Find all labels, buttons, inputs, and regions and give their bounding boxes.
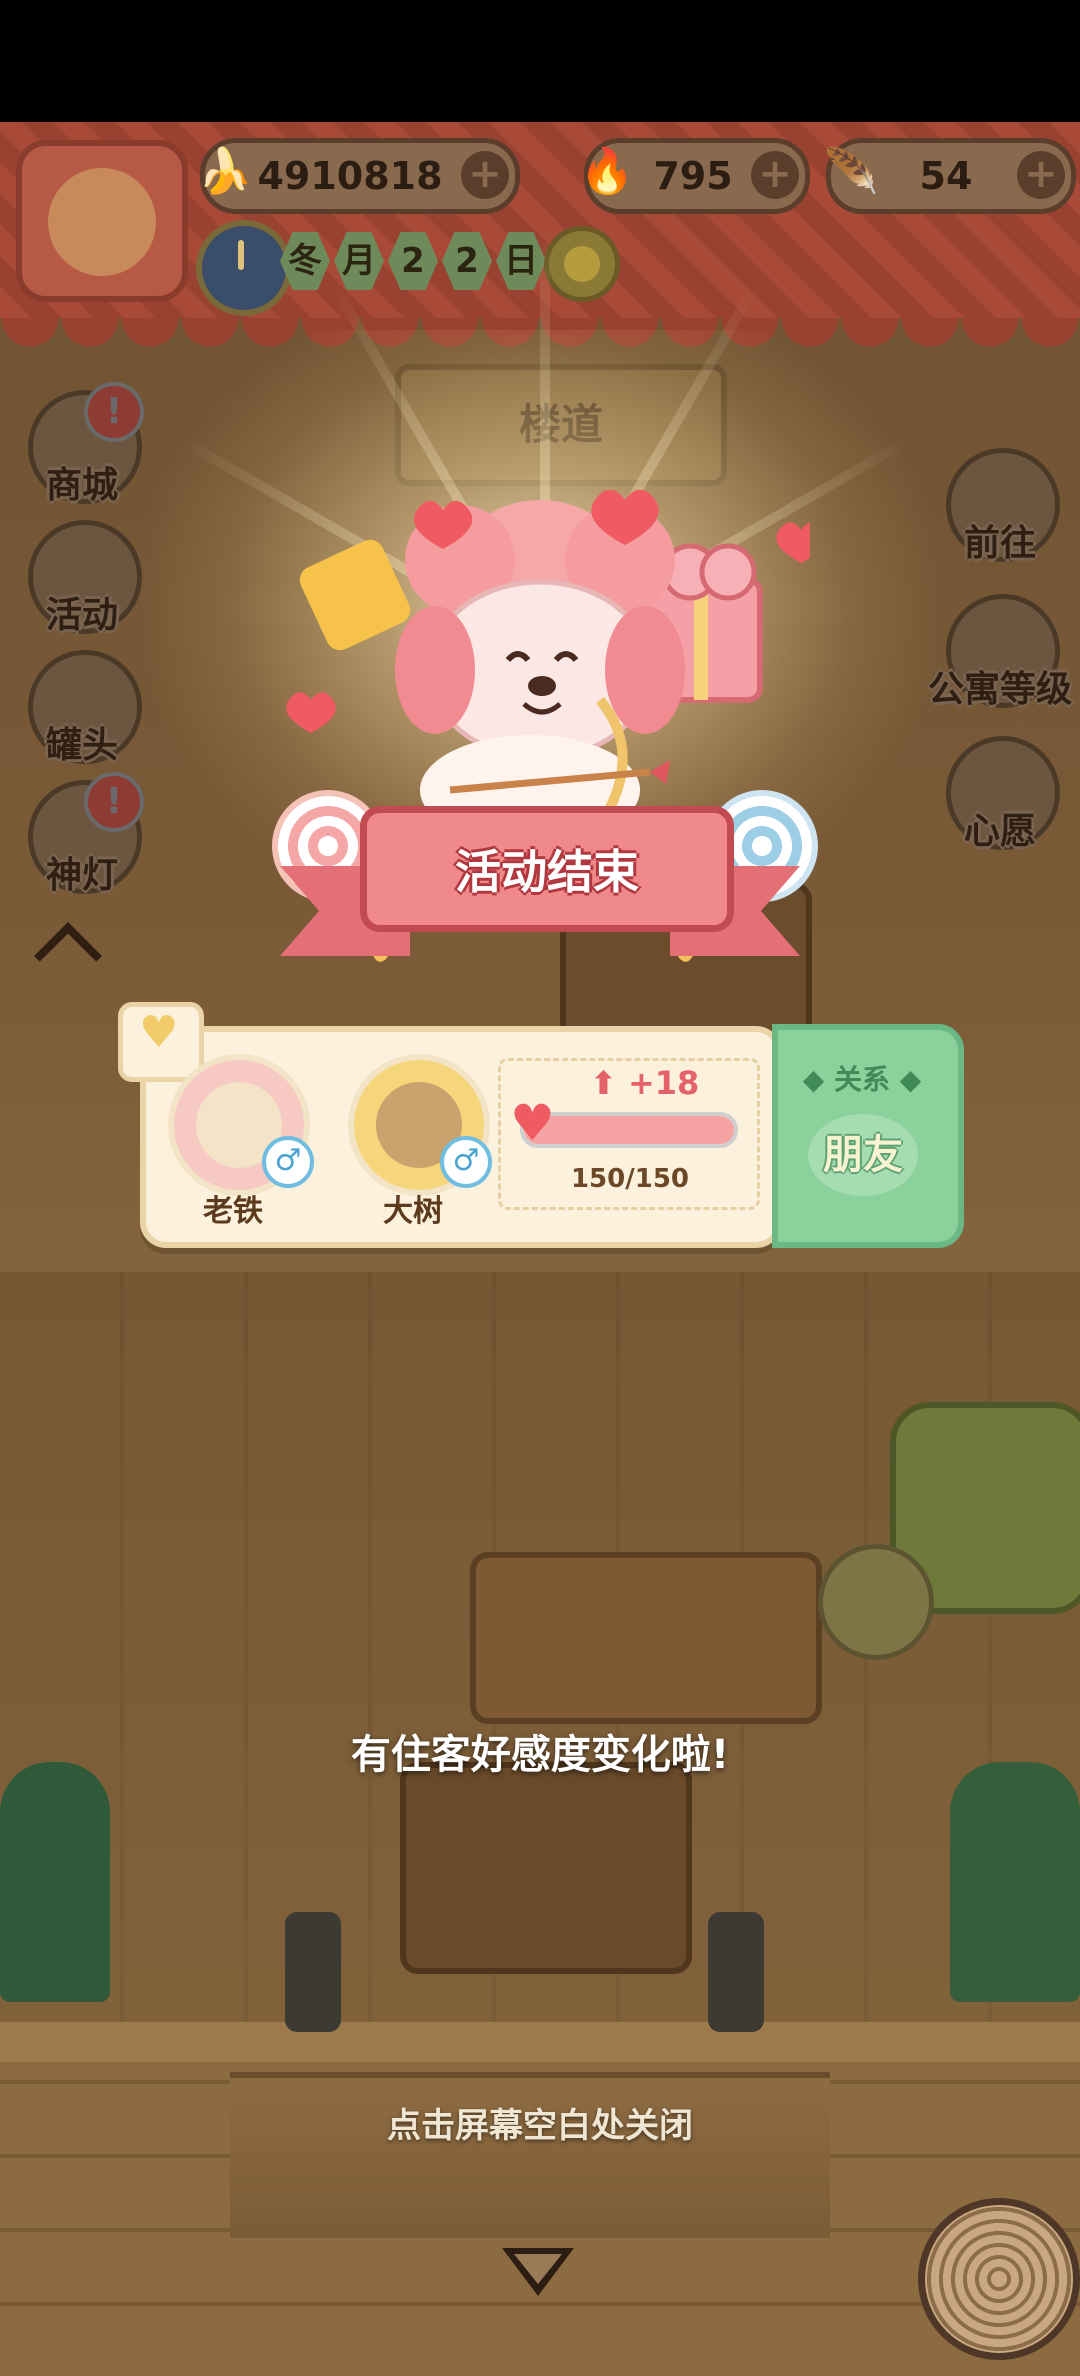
weather-sun-icon[interactable] xyxy=(544,226,620,302)
avatar-portrait xyxy=(48,168,156,276)
lamp-left xyxy=(285,1912,341,2032)
affection-change-message: 有住客好感度变化啦! xyxy=(350,1732,730,1778)
alert-badge: ! xyxy=(84,772,144,832)
up-arrow-icon: ⬆ xyxy=(590,1064,617,1102)
menu-label: 活动 xyxy=(45,595,118,636)
relationship-title-text: 关系 xyxy=(833,1063,890,1096)
affection-bar-fill xyxy=(524,1116,734,1144)
affection-value: 150/150 xyxy=(570,1164,690,1194)
menu-label: 神灯 xyxy=(45,855,118,896)
plant-right xyxy=(950,1762,1080,2002)
relationship-value: 朋友 xyxy=(808,1114,918,1196)
blue-flame-value: 795 xyxy=(653,154,733,198)
guest-name-a: 老铁 xyxy=(203,1194,263,1229)
menu-activity[interactable]: 活动 xyxy=(22,520,142,638)
menu-wish[interactable]: 心愿 xyxy=(940,736,1060,854)
menu-magic-lamp[interactable]: ! 神灯 xyxy=(22,772,144,898)
blue-flame-icon: 🔥 xyxy=(579,146,635,197)
male-icon: ♂ xyxy=(262,1136,314,1188)
menu-label: 前往 xyxy=(963,523,1036,564)
menu-label: 商城 xyxy=(45,465,118,506)
menu-cans[interactable]: 罐头 xyxy=(22,650,142,768)
chevron-down-icon[interactable] xyxy=(502,2248,574,2296)
plant-left xyxy=(0,1762,110,2002)
yarn-ball-button[interactable] xyxy=(918,2198,1080,2360)
event-ended-ribbon: 活动结束 xyxy=(280,806,800,956)
menu-label: 罐头 xyxy=(45,725,118,766)
affection-delta-value: +18 xyxy=(627,1064,700,1102)
affection-delta: ⬆ +18 xyxy=(590,1064,710,1102)
speaker-bubble[interactable] xyxy=(818,1544,934,1660)
feather-value: 54 xyxy=(919,154,973,198)
tap-to-close-hint[interactable]: 点击屏幕空白处关闭 xyxy=(0,2098,1080,2147)
event-banner-title: 活动结束 xyxy=(360,806,734,932)
feather-icon: 🪶 xyxy=(823,146,879,197)
guest-name-b: 大树 xyxy=(383,1194,443,1229)
clock-icon xyxy=(196,220,292,316)
player-avatar[interactable] xyxy=(16,140,188,302)
menu-go-to[interactable]: 前往 xyxy=(940,448,1060,566)
heart-icon: ♥ xyxy=(510,1094,555,1152)
menu-shop[interactable]: ! 商城 xyxy=(22,382,144,508)
bookcase-lower xyxy=(400,1762,692,1974)
heart-tab-icon xyxy=(118,1002,204,1082)
banana-icon: 🍌 xyxy=(197,146,253,197)
bananas-add-button[interactable]: + xyxy=(461,151,509,199)
menu-label: 心愿 xyxy=(963,811,1036,852)
relationship-title: ◆ 关系 ◆ xyxy=(802,1063,922,1096)
stage xyxy=(230,2072,830,2238)
lamp-right xyxy=(708,1912,764,2032)
menu-apartment-level[interactable]: 公寓等级 xyxy=(928,594,1072,712)
bananas-value: 4910818 xyxy=(257,154,443,198)
feather-add-button[interactable]: + xyxy=(1017,151,1065,199)
male-icon: ♂ xyxy=(440,1136,492,1188)
table xyxy=(470,1552,822,1724)
status-bar xyxy=(0,0,1080,122)
alert-badge: ! xyxy=(84,382,144,442)
blue-flame-add-button[interactable]: + xyxy=(751,151,799,199)
